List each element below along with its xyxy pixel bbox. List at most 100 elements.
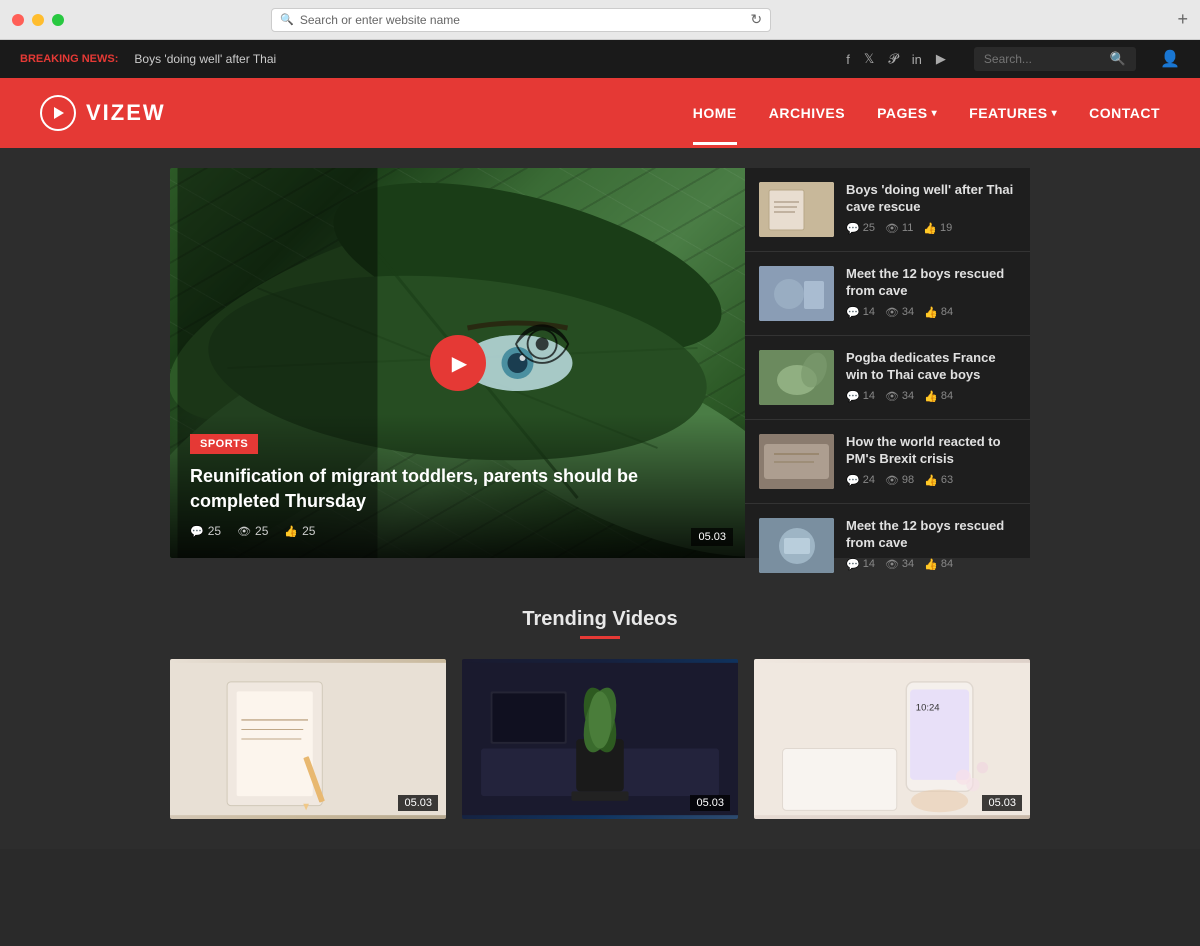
sidebar-comments-1: 💬 25 [846, 222, 875, 235]
sidebar-news-item[interactable]: Pogba dedicates France win to Thai cave … [745, 336, 1030, 420]
facebook-icon[interactable]: f [846, 52, 850, 67]
sidebar-news-title-4: How the world reacted to PM's Brexit cri… [846, 434, 1016, 468]
logo-play-icon [40, 95, 76, 131]
video-card-inner-3: 10:24 05.03 [754, 659, 1030, 819]
s5-comment-icon: 💬 [846, 558, 860, 571]
pinterest-icon[interactable]: 𝓟 [888, 51, 897, 67]
s2-views-icon: 👁 [885, 306, 899, 319]
main-nav: HOME ARCHIVES PAGES ▾ FEATURES ▾ CONTACT [693, 105, 1160, 121]
video-date-1: 05.03 [398, 795, 438, 811]
search-input[interactable] [984, 52, 1104, 66]
address-bar[interactable]: 🔍 Search or enter website name ↻ [271, 8, 771, 32]
sidebar-news-title-1: Boys 'doing well' after Thai cave rescue [846, 182, 1016, 216]
refresh-button[interactable]: ↻ [750, 11, 762, 28]
video-card-1[interactable]: 05.03 [170, 659, 446, 819]
sidebar-comments-3: 💬 14 [846, 390, 875, 403]
hero-meta: 💬 25 👁 25 👍 25 [190, 524, 725, 538]
sidebar-news-meta-1: 💬 25 👁 11 👍 19 [846, 222, 1016, 235]
twitter-icon[interactable]: 𝕏 [864, 51, 874, 67]
video-date-2: 05.03 [690, 795, 730, 811]
sidebar-views-2: 👁 34 [885, 306, 914, 319]
s4-views-icon: 👁 [885, 474, 899, 487]
sidebar-thumb-2 [759, 266, 834, 321]
social-icons-group: f 𝕏 𝓟 in ▶ [846, 51, 946, 67]
sidebar-views-4: 👁 98 [885, 474, 914, 487]
hero-title[interactable]: Reunification of migrant toddlers, paren… [190, 464, 725, 514]
sidebar-news-item[interactable]: How the world reacted to PM's Brexit cri… [745, 420, 1030, 504]
sidebar-comments-2: 💬 14 [846, 306, 875, 319]
hero-main-article[interactable]: ▶ SPORTS Reunification of migrant toddle… [170, 168, 745, 558]
sidebar-thumb-5 [759, 518, 834, 573]
sidebar-news-content-5: Meet the 12 boys rescued from cave 💬 14 … [846, 518, 1016, 573]
linkedin-icon[interactable]: in [912, 52, 922, 67]
nav-contact[interactable]: CONTACT [1089, 105, 1160, 121]
nav-pages[interactable]: PAGES ▾ [877, 105, 937, 121]
sidebar-views-5: 👁 34 [885, 558, 914, 571]
video-date-3: 05.03 [982, 795, 1022, 811]
logo[interactable]: VIZEW [40, 95, 693, 131]
sidebar-news-meta-4: 💬 24 👁 98 👍 63 [846, 474, 1016, 487]
likes-icon: 👍 [284, 525, 298, 538]
sidebar-thumb-4 [759, 434, 834, 489]
nav-features[interactable]: FEATURES ▾ [969, 105, 1057, 121]
sidebar-news-item[interactable]: Meet the 12 boys rescued from cave 💬 14 … [745, 252, 1030, 336]
user-account-icon[interactable]: 👤 [1160, 49, 1180, 69]
s-likes-icon: 👍 [923, 222, 937, 235]
nav-archives[interactable]: ARCHIVES [769, 105, 845, 121]
hero-section: ▶ SPORTS Reunification of migrant toddle… [170, 168, 1030, 558]
top-search-box[interactable]: 🔍 [974, 47, 1136, 71]
browser-chrome: 🔍 Search or enter website name ↻ + [0, 0, 1200, 40]
address-search-icon: 🔍 [280, 13, 294, 26]
sidebar-news-content-4: How the world reacted to PM's Brexit cri… [846, 434, 1016, 489]
nav-home[interactable]: HOME [693, 105, 737, 121]
play-button[interactable]: ▶ [430, 335, 486, 391]
browser-minimize-dot[interactable] [32, 14, 44, 26]
sidebar-news-item[interactable]: Boys 'doing well' after Thai cave rescue… [745, 168, 1030, 252]
features-dropdown-icon: ▾ [1052, 108, 1058, 119]
views-icon: 👁 [237, 525, 251, 538]
address-text: Search or enter website name [300, 13, 460, 27]
browser-close-dot[interactable] [12, 14, 24, 26]
s-comment-icon: 💬 [846, 222, 860, 235]
sidebar-likes-1: 👍 19 [923, 222, 952, 235]
hero-views: 👁 25 [237, 524, 268, 538]
sidebar-views-1: 👁 11 [885, 222, 913, 235]
sidebar-news-content-2: Meet the 12 boys rescued from cave 💬 14 … [846, 266, 1016, 321]
sidebar-news-title-5: Meet the 12 boys rescued from cave [846, 518, 1016, 552]
hero-overlay: SPORTS Reunification of migrant toddlers… [170, 414, 745, 558]
hero-likes: 👍 25 [284, 524, 315, 538]
video-grid: 05.03 [170, 659, 1030, 819]
s2-likes-icon: 👍 [924, 306, 938, 319]
sidebar-likes-3: 👍 84 [924, 390, 953, 403]
s5-views-icon: 👁 [885, 558, 899, 571]
browser-maximize-dot[interactable] [52, 14, 64, 26]
sidebar-likes-5: 👍 84 [924, 558, 953, 571]
new-tab-button[interactable]: + [1177, 9, 1188, 30]
s3-comment-icon: 💬 [846, 390, 860, 403]
youtube-icon[interactable]: ▶ [936, 51, 946, 67]
trending-section: Trending Videos [170, 598, 1030, 829]
hero-sidebar: Boys 'doing well' after Thai cave rescue… [745, 168, 1030, 558]
hero-category-badge[interactable]: SPORTS [190, 434, 258, 454]
sidebar-news-content-3: Pogba dedicates France win to Thai cave … [846, 350, 1016, 405]
search-submit-icon[interactable]: 🔍 [1110, 51, 1126, 67]
sidebar-news-item[interactable]: Meet the 12 boys rescued from cave 💬 14 … [745, 504, 1030, 587]
svg-text:10:24: 10:24 [916, 702, 940, 713]
sidebar-news-meta-5: 💬 14 👁 34 👍 84 [846, 558, 1016, 571]
sidebar-news-content-1: Boys 'doing well' after Thai cave rescue… [846, 182, 1016, 237]
s3-likes-icon: 👍 [924, 390, 938, 403]
main-content: ▶ SPORTS Reunification of migrant toddle… [0, 148, 1200, 849]
trending-section-title: Trending Videos [522, 608, 677, 639]
video-card-2[interactable]: 05.03 [462, 659, 738, 819]
sidebar-likes-2: 👍 84 [924, 306, 953, 319]
video-card-3[interactable]: 10:24 05.03 [754, 659, 1030, 819]
pages-dropdown-icon: ▾ [932, 108, 938, 119]
sidebar-thumb-3 [759, 350, 834, 405]
video-card-inner-2: 05.03 [462, 659, 738, 819]
top-bar: BREAKING NEWS: Boys 'doing well' after T… [0, 40, 1200, 78]
sidebar-news-title-2: Meet the 12 boys rescued from cave [846, 266, 1016, 300]
s5-likes-icon: 👍 [924, 558, 938, 571]
sidebar-thumb-1 [759, 182, 834, 237]
sidebar-likes-4: 👍 63 [924, 474, 953, 487]
s4-likes-icon: 👍 [924, 474, 938, 487]
